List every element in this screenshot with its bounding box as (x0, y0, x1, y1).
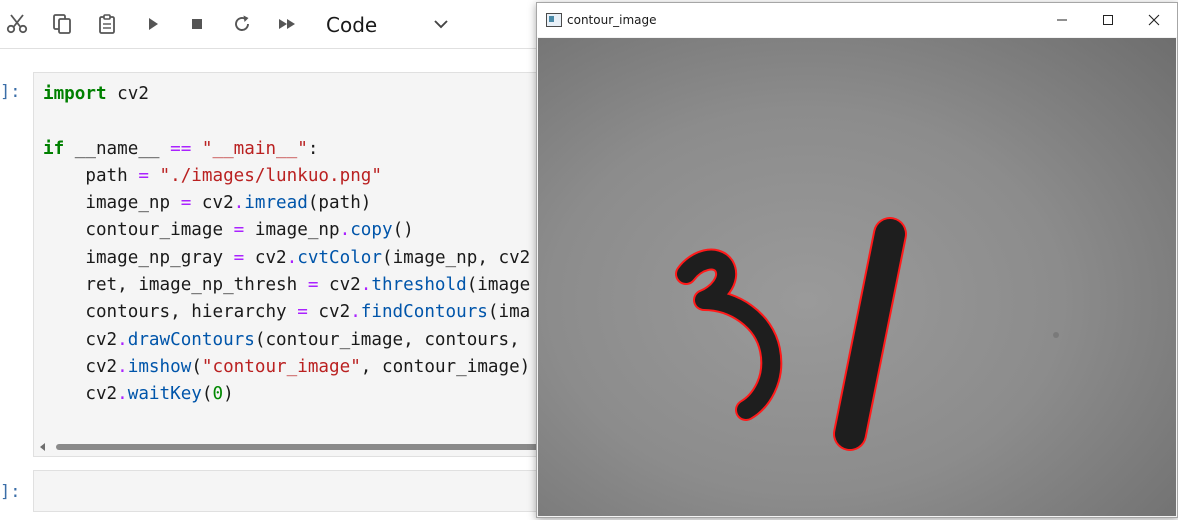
image-canvas (538, 38, 1176, 516)
code-line: image_np = cv2.imread(path) (43, 193, 372, 214)
run-icon (149, 18, 158, 30)
code-line: cv2.drawContours(contour_image, contours… (43, 329, 520, 350)
code-line: contour_image = image_np.copy() (43, 220, 414, 241)
run-all-button[interactable] (273, 10, 301, 38)
window-app-icon (546, 13, 562, 27)
cut-button[interactable] (3, 10, 31, 38)
code-line: ret, image_np_thresh = cv2.threshold(ima… (43, 275, 531, 296)
restart-icon (235, 15, 249, 31)
close-button[interactable] (1131, 3, 1177, 37)
maximize-button[interactable] (1085, 3, 1131, 37)
scissors-icon (6, 14, 28, 34)
fast-forward-icon (279, 19, 295, 29)
cell-type-value: Code (326, 13, 378, 37)
close-icon (1148, 14, 1160, 26)
chevron-down-icon (434, 20, 448, 29)
code-line: import cv2 (43, 84, 149, 104)
minimize-button[interactable] (1039, 3, 1085, 37)
scroll-left-icon[interactable] (40, 443, 45, 451)
code-line: if __name__ == "__main__": (43, 138, 319, 159)
paste-button[interactable] (93, 10, 121, 38)
maximize-icon (1103, 15, 1113, 25)
code-line: cv2.waitKey(0) (43, 384, 234, 405)
cell-prompt: ]: (0, 482, 21, 502)
clipboard-icon (99, 14, 115, 34)
run-button[interactable] (139, 10, 167, 38)
stop-icon (192, 19, 202, 29)
copy-button[interactable] (48, 10, 76, 38)
interrupt-button[interactable] (183, 10, 211, 38)
code-line: contours, hierarchy = cv2.findContours(i… (43, 302, 531, 323)
window-title: contour_image (567, 13, 657, 27)
cell-prompt: ]: (0, 82, 21, 102)
code-line: path = "./images/lunkuo.png" (43, 165, 382, 186)
scrollbar-thumb[interactable] (56, 444, 546, 450)
window-titlebar[interactable]: contour_image (537, 3, 1177, 37)
copy-icon (53, 14, 71, 34)
restart-button[interactable] (228, 10, 256, 38)
minimize-icon (1057, 19, 1067, 21)
contour-image (538, 38, 1176, 516)
code-line: image_np_gray = cv2.cvtColor(image_np, c… (43, 247, 531, 268)
code-line: cv2.imshow("contour_image", contour_imag… (43, 356, 531, 377)
code-editor[interactable]: import cv2 if __name__ == "__main__": pa… (43, 81, 530, 409)
cell-type-select[interactable]: Code (326, 10, 456, 40)
image-window[interactable]: contour_image (536, 2, 1178, 518)
